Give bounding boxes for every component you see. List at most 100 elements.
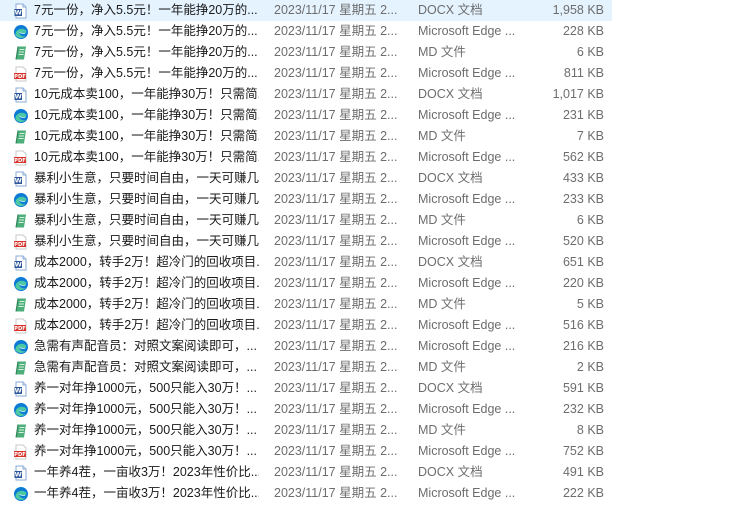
file-name: 暴利小生意，只要时间自由，一天可赚几...: [34, 213, 259, 227]
file-size: 5 KB: [576, 297, 604, 311]
file-date-modified: 2023/11/17 星期五 2...: [274, 66, 398, 80]
file-row[interactable]: 暴利小生意，只要时间自由，一天可赚几... 2023/11/17 星期五 2...…: [0, 210, 612, 231]
svg-text:PDF: PDF: [14, 242, 26, 248]
file-row[interactable]: 7元一份，净入5.5元！一年能挣20万的... 2023/11/17 星期五 2.…: [0, 42, 612, 63]
svg-text:W: W: [15, 9, 22, 17]
file-row[interactable]: 养一对年挣1000元，500只能入30万！... 2023/11/17 星期五 2…: [0, 399, 612, 420]
file-size: 811 KB: [563, 66, 604, 80]
file-row[interactable]: PDF 养一对年挣1000元，500只能入30万！... 2023/11/17 星期…: [0, 441, 612, 462]
file-row[interactable]: 10元成本卖100，一年能挣30万！只需简... 2023/11/17 星期五 2…: [0, 126, 612, 147]
file-date-modified: 2023/11/17 星期五 2...: [274, 444, 398, 458]
file-row[interactable]: PDF 成本2000，转手2万！超冷门的回收项目... 2023/11/17 星期五…: [0, 315, 612, 336]
file-date-modified: 2023/11/17 星期五 2...: [274, 339, 398, 353]
file-date-modified: 2023/11/17 星期五 2...: [274, 360, 398, 374]
file-type: Microsoft Edge ...: [418, 108, 516, 122]
file-row[interactable]: W 成本2000，转手2万！超冷门的回收项目... 2023/11/17 星期五 2…: [0, 252, 612, 273]
edge-browser-icon: [13, 24, 29, 40]
file-row[interactable]: W 10元成本卖100，一年能挣30万！只需简... 2023/11/17 星期五 …: [0, 84, 612, 105]
file-name: 成本2000，转手2万！超冷门的回收项目...: [34, 297, 259, 311]
file-row[interactable]: 7元一份，净入5.5元！一年能挣20万的... 2023/11/17 星期五 2.…: [0, 21, 612, 42]
file-date-modified: 2023/11/17 星期五 2...: [274, 45, 398, 59]
file-size: 1,958 KB: [552, 3, 604, 17]
file-row[interactable]: PDF 暴利小生意，只要时间自由，一天可赚几... 2023/11/17 星期五 2…: [0, 231, 612, 252]
file-size: 752 KB: [562, 444, 604, 458]
file-row[interactable]: 成本2000，转手2万！超冷门的回收项目... 2023/11/17 星期五 2.…: [0, 273, 612, 294]
file-name: 10元成本卖100，一年能挣30万！只需简...: [34, 129, 259, 143]
file-name: 7元一份，净入5.5元！一年能挣20万的...: [34, 24, 258, 38]
edge-browser-icon: [13, 486, 29, 502]
docx-file-icon: W: [13, 381, 29, 397]
file-type: DOCX 文档: [418, 87, 483, 101]
file-type: Microsoft Edge ...: [418, 276, 516, 290]
file-name: 急需有声配音员：对照文案阅读即可，...: [34, 339, 257, 353]
file-type: MD 文件: [418, 297, 466, 311]
file-name: 7元一份，净入5.5元！一年能挣20万的...: [34, 3, 258, 17]
file-row[interactable]: 急需有声配音员：对照文案阅读即可，... 2023/11/17 星期五 2... M…: [0, 336, 612, 357]
file-name: 一年养4茬，一亩收3万！2023年性价比...: [34, 486, 259, 500]
file-row[interactable]: PDF 10元成本卖100，一年能挣30万！只需简... 2023/11/17 星期…: [0, 147, 612, 168]
file-row[interactable]: W 暴利小生意，只要时间自由，一天可赚几... 2023/11/17 星期五 2..…: [0, 168, 612, 189]
file-date-modified: 2023/11/17 星期五 2...: [274, 255, 398, 269]
file-row[interactable]: 一年养4茬，一亩收3万！2023年性价比... 2023/11/17 星期五 2.…: [0, 483, 612, 504]
pdf-file-icon: PDF: [13, 444, 29, 460]
file-type: Microsoft Edge ...: [418, 66, 516, 80]
markdown-file-icon: [13, 213, 29, 229]
file-size: 433 KB: [562, 171, 604, 185]
file-size: 220 KB: [562, 276, 604, 290]
file-row[interactable]: W 7元一份，净入5.5元！一年能挣20万的... 2023/11/17 星期五 2…: [0, 0, 612, 21]
file-name: 10元成本卖100，一年能挣30万！只需简...: [34, 108, 259, 122]
file-size: 222 KB: [562, 486, 604, 500]
svg-text:PDF: PDF: [14, 158, 26, 164]
svg-text:W: W: [15, 471, 22, 479]
svg-text:W: W: [15, 93, 22, 101]
file-name: 急需有声配音员：对照文案阅读即可，...: [34, 360, 257, 374]
file-size: 232 KB: [562, 402, 604, 416]
markdown-file-icon: [13, 423, 29, 439]
markdown-file-icon: [13, 129, 29, 145]
file-date-modified: 2023/11/17 星期五 2...: [274, 465, 398, 479]
file-size: 6 KB: [576, 213, 604, 227]
file-size: 520 KB: [562, 234, 604, 248]
file-type: Microsoft Edge ...: [418, 318, 516, 332]
pdf-file-icon: PDF: [13, 318, 29, 334]
edge-browser-icon: [13, 108, 29, 124]
markdown-file-icon: [13, 360, 29, 376]
file-type: Microsoft Edge ...: [418, 444, 516, 458]
file-type: Microsoft Edge ...: [418, 234, 516, 248]
file-name: 7元一份，净入5.5元！一年能挣20万的...: [34, 66, 258, 80]
file-date-modified: 2023/11/17 星期五 2...: [274, 318, 398, 332]
file-name: 暴利小生意，只要时间自由，一天可赚几...: [34, 234, 259, 248]
file-type: Microsoft Edge ...: [418, 192, 516, 206]
file-date-modified: 2023/11/17 星期五 2...: [274, 108, 398, 122]
edge-browser-icon: [13, 402, 29, 418]
file-type: Microsoft Edge ...: [418, 402, 516, 416]
file-name: 成本2000，转手2万！超冷门的回收项目...: [34, 276, 259, 290]
file-type: Microsoft Edge ...: [418, 486, 516, 500]
file-size: 491 KB: [562, 465, 604, 479]
file-date-modified: 2023/11/17 星期五 2...: [274, 381, 398, 395]
file-date-modified: 2023/11/17 星期五 2...: [274, 150, 398, 164]
svg-text:W: W: [15, 177, 22, 185]
edge-browser-icon: [13, 339, 29, 355]
file-row[interactable]: 暴利小生意，只要时间自由，一天可赚几... 2023/11/17 星期五 2...…: [0, 189, 612, 210]
file-type: DOCX 文档: [418, 3, 483, 17]
file-row[interactable]: W 一年养4茬，一亩收3万！2023年性价比... 2023/11/17 星期五 2…: [0, 462, 612, 483]
pdf-file-icon: PDF: [13, 234, 29, 250]
file-date-modified: 2023/11/17 星期五 2...: [274, 402, 398, 416]
file-type: MD 文件: [418, 213, 466, 227]
markdown-file-icon: [13, 297, 29, 313]
file-name: 养一对年挣1000元，500只能入30万！...: [34, 444, 257, 458]
file-row[interactable]: W 养一对年挣1000元，500只能入30万！... 2023/11/17 星期五 …: [0, 378, 612, 399]
file-row[interactable]: 成本2000，转手2万！超冷门的回收项目... 2023/11/17 星期五 2.…: [0, 294, 612, 315]
file-row[interactable]: 养一对年挣1000元，500只能入30万！... 2023/11/17 星期五 2…: [0, 420, 612, 441]
file-type: DOCX 文档: [418, 465, 483, 479]
file-size: 591 KB: [562, 381, 604, 395]
file-size: 8 KB: [576, 423, 604, 437]
file-row[interactable]: 急需有声配音员：对照文案阅读即可，... 2023/11/17 星期五 2... M…: [0, 357, 612, 378]
file-size: 231 KB: [562, 108, 604, 122]
file-date-modified: 2023/11/17 星期五 2...: [274, 24, 398, 38]
file-type: DOCX 文档: [418, 171, 483, 185]
edge-browser-icon: [13, 192, 29, 208]
file-row[interactable]: 10元成本卖100，一年能挣30万！只需简... 2023/11/17 星期五 2…: [0, 105, 612, 126]
file-row[interactable]: PDF 7元一份，净入5.5元！一年能挣20万的... 2023/11/17 星期五…: [0, 63, 612, 84]
